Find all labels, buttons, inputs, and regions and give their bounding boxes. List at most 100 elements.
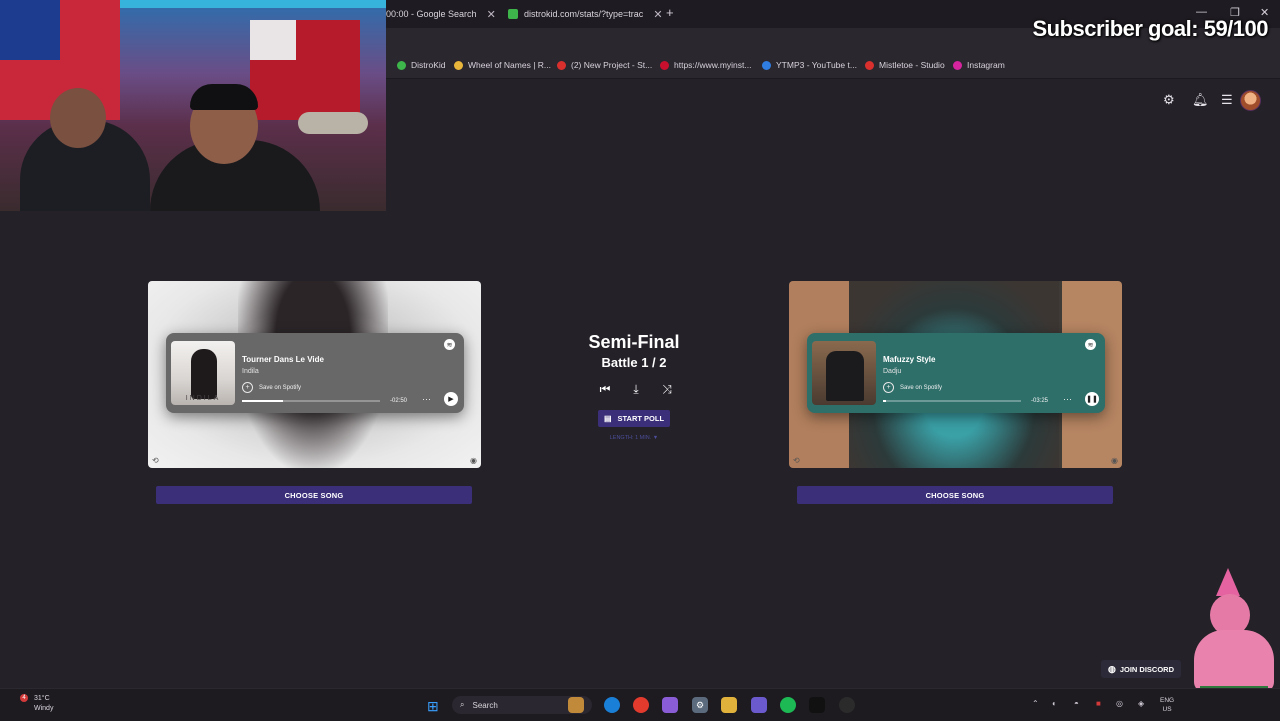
spotify-icon[interactable]: ≋ — [444, 339, 455, 350]
ytmp3-icon — [762, 60, 771, 70]
settings-gear-icon[interactable]: ⚙ — [1163, 92, 1175, 108]
distrokid-favicon-icon — [508, 9, 518, 19]
more-options-icon[interactable]: ··· — [1063, 394, 1072, 404]
edge-icon[interactable] — [604, 697, 620, 713]
bookmark-mistletoe[interactable]: Mistletoe - Studio — [865, 60, 945, 70]
spotify-embed-right[interactable]: Mafuzzy Style Dadju + Save on Spotify -03… — [807, 333, 1105, 413]
progress-fill — [883, 400, 886, 402]
instagram-icon — [953, 60, 962, 70]
tray-chevron-icon[interactable]: ⌃ — [1032, 699, 1039, 708]
bookmark-label: Mistletoe - Studio — [879, 60, 945, 70]
progress-fill — [242, 400, 284, 402]
chrome-icon[interactable] — [633, 697, 649, 713]
tray-app-icon[interactable]: ◐ — [1052, 699, 1057, 708]
save-label: Save on Spotify — [259, 384, 302, 391]
tab-google-search[interactable]: 00:00 - Google Search ✕ — [386, 4, 496, 24]
bookmark-distrokid[interactable]: DistroKid — [397, 60, 445, 70]
taskbar: 4 31°C Windy ⊞ ⌕ Search ⚙ ⌃ ◐ ◓ ■ ◎ ◈ ENG… — [0, 688, 1280, 721]
pause-icon[interactable]: ❚❚ — [1085, 392, 1099, 406]
language-code: ENG — [1160, 697, 1175, 704]
bookmark-new-project[interactable]: (2) New Project - St... — [557, 60, 652, 70]
spotify-icon[interactable]: ≋ — [1085, 339, 1096, 350]
song-title[interactable]: Mafuzzy Style — [883, 355, 935, 364]
album-figure — [191, 349, 217, 399]
bookmark-wheel-of-names[interactable]: Wheel of Names | R... — [454, 60, 551, 70]
album-art — [812, 341, 876, 405]
tray-app-icon[interactable]: ■ — [1096, 699, 1101, 708]
windows-start-icon[interactable]: ⊞ — [427, 698, 439, 715]
hide-icon[interactable]: ◉ — [1111, 456, 1118, 465]
settings-icon[interactable]: ⚙ — [692, 697, 708, 713]
song-artist[interactable]: Indila — [242, 368, 259, 375]
bookmark-label: Instagram — [967, 60, 1005, 70]
download-icon[interactable]: ⤓ — [627, 382, 645, 397]
new-tab-button[interactable]: + — [666, 5, 674, 20]
close-tab-icon[interactable]: ✕ — [653, 8, 662, 21]
discord-app-icon[interactable] — [751, 697, 767, 713]
menu-icon[interactable]: ☰ — [1221, 92, 1233, 108]
previous-icon[interactable]: ⏮ — [596, 382, 614, 397]
tab-label: 00:00 - Google Search — [386, 9, 477, 19]
poll-label: START POLL — [617, 414, 665, 423]
distrokid-icon — [397, 60, 406, 70]
studio-icon — [865, 60, 874, 70]
microphone — [298, 112, 368, 134]
right-song-card: Mafuzzy Style Dadju + Save on Spotify -03… — [789, 281, 1122, 468]
copilot-icon[interactable] — [662, 697, 678, 713]
bookmark-label: https://www.myinst... — [674, 60, 752, 70]
tray-app-icon[interactable]: ◓ — [1074, 699, 1079, 708]
search-label: Search — [472, 700, 498, 710]
save-on-spotify-button[interactable]: + Save on Spotify — [883, 382, 942, 393]
song-artist[interactable]: Dadju — [883, 368, 901, 375]
save-label: Save on Spotify — [900, 384, 943, 391]
tonga-flag — [250, 20, 360, 120]
remaining-time: -02:50 — [390, 398, 408, 404]
refresh-icon[interactable]: ⟲ — [152, 456, 159, 465]
flag-canton — [0, 0, 60, 60]
spotify-app-icon[interactable] — [780, 697, 796, 713]
join-discord-button[interactable]: ◍ JOIN DISCORD — [1101, 660, 1181, 678]
album-figure — [826, 351, 864, 401]
tray-app-icon[interactable]: ◎ — [1116, 699, 1123, 708]
refresh-icon[interactable]: ⟲ — [793, 456, 800, 465]
wheel-icon — [454, 60, 463, 70]
mascot-body — [1194, 630, 1274, 692]
tray-app-icon[interactable]: ◈ — [1138, 699, 1144, 708]
more-options-icon[interactable]: ··· — [422, 394, 431, 404]
language-indicator[interactable]: ENG US — [1160, 696, 1174, 714]
bookmark-instagram[interactable]: Instagram — [953, 60, 1005, 70]
play-icon[interactable]: ▶ — [444, 392, 458, 406]
start-poll-button[interactable]: ▤ START POLL — [598, 410, 670, 427]
search-icon: ⌕ — [460, 700, 465, 709]
file-explorer-icon[interactable] — [721, 697, 737, 713]
studio-icon — [557, 60, 566, 70]
plus-icon: + — [242, 382, 253, 393]
bookmark-label: (2) New Project - St... — [571, 60, 653, 70]
choose-song-left-button[interactable]: CHOOSE SONG — [156, 486, 472, 504]
bookmark-label: YTMP3 - YouTube t... — [776, 60, 857, 70]
bookmark-myinst[interactable]: https://www.myinst... — [660, 60, 751, 70]
weather-condition: Windy — [34, 705, 54, 712]
obs-icon[interactable] — [839, 697, 855, 713]
cap — [190, 84, 258, 110]
save-on-spotify-button[interactable]: + Save on Spotify — [242, 382, 301, 393]
shuffle-icon[interactable]: ⤨ — [658, 382, 676, 397]
hide-icon[interactable]: ◉ — [470, 456, 477, 465]
widgets-icon[interactable] — [568, 697, 584, 713]
poll-length-select[interactable]: LENGTH: 1 MIN. ▼ — [584, 435, 684, 441]
choose-song-right-button[interactable]: CHOOSE SONG — [797, 486, 1113, 504]
spotify-embed-left[interactable]: INDILA Tourner Dans Le Vide Indila + Save… — [166, 333, 464, 413]
notifications-bell-icon[interactable]: 🔔︎ — [1192, 92, 1209, 108]
bookmark-ytmp3[interactable]: YTMP3 - YouTube t... — [762, 60, 857, 70]
progress-bar[interactable] — [883, 400, 1021, 402]
close-tab-icon[interactable]: ✕ — [487, 8, 496, 21]
tab-distrokid[interactable]: distrokid.com/stats/?type=trac ✕ — [508, 4, 663, 24]
avatar[interactable] — [1240, 90, 1261, 111]
discord-label: JOIN DISCORD — [1119, 664, 1175, 674]
weather-widget[interactable]: 4 31°C Windy — [20, 694, 53, 714]
song-title[interactable]: Tourner Dans Le Vide — [242, 355, 324, 364]
progress-bar[interactable] — [242, 400, 380, 402]
album-art: INDILA — [171, 341, 235, 405]
person-left-head — [50, 88, 106, 148]
capcut-icon[interactable] — [809, 697, 825, 713]
